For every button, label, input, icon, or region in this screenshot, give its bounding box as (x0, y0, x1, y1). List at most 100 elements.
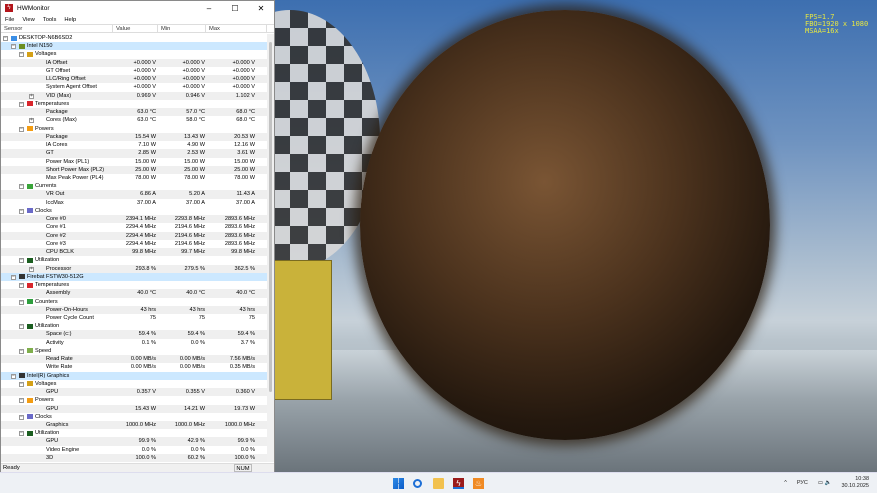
hwmonitor-taskbar-icon[interactable]: ϟ (453, 478, 464, 489)
sensor-row[interactable]: CPU BCLK 99.8 MHz 99.7 MHz 99.8 MHz (1, 248, 267, 257)
expand-icon[interactable]: + (29, 93, 34, 99)
expand-icon[interactable]: + (29, 266, 34, 272)
close-button[interactable]: ✕ (248, 4, 274, 13)
menu-help[interactable]: Help (64, 17, 76, 23)
tree-group-row[interactable]: − Voltages (1, 380, 267, 388)
file-explorer-icon[interactable] (433, 478, 444, 489)
sensor-row[interactable]: VR Out 6.86 A 5.20 A 11.43 A (1, 190, 267, 199)
sensor-row[interactable]: Power Cycle Count 75 75 75 (1, 314, 267, 322)
tree-group-row[interactable]: − Utilization (1, 429, 267, 437)
tree-group-row[interactable]: − Powers (1, 125, 267, 133)
sensor-row[interactable]: GT Offset +0.000 V +0.000 V +0.000 V (1, 67, 267, 75)
sensor-row[interactable]: Power Max (PL1) 15.00 W 15.00 W 15.00 W (1, 158, 267, 166)
column-sensor[interactable]: Sensor (1, 25, 113, 32)
sensor-row[interactable]: GPU 99.9 % 42.9 % 99.9 % (1, 437, 267, 446)
sensor-row[interactable]: Core #1 2294.4 MHz 2194.6 MHz 2893.6 MHz (1, 223, 267, 231)
sensor-row[interactable]: Core #3 2294.4 MHz 2194.6 MHz 2893.6 MHz (1, 240, 267, 248)
sensor-row[interactable]: Short Power Max (PL2) 25.00 W 25.00 W 25.00… (1, 165, 267, 174)
collapse-icon[interactable]: − (19, 126, 24, 132)
tree-group-row[interactable]: − Utilization (1, 322, 267, 330)
search-icon[interactable] (413, 479, 422, 488)
sensor-row[interactable]: LLC/Ring Offset +0.000 V +0.000 V +0.000 V (1, 75, 267, 84)
sensor-row[interactable]: GPU 0.357 V 0.355 V 0.360 V (1, 388, 267, 397)
menu-view[interactable]: View (22, 17, 34, 23)
sensor-row[interactable]: + Cores (Max) 63.0 °C 58.0 °C 68.0 °C (1, 116, 267, 124)
tree-group-row[interactable]: − Firebat FSTW30-512G (1, 272, 267, 282)
collapse-icon[interactable]: − (11, 373, 16, 379)
menu-file[interactable]: File (5, 17, 14, 23)
sensor-row[interactable]: IA Cores 7.10 W 4.90 W 12.16 W (1, 141, 267, 149)
expand-icon[interactable]: + (29, 118, 34, 124)
tree-group-row[interactable]: − Intel(R) Graphics (1, 371, 267, 380)
collapse-icon[interactable]: − (19, 52, 24, 58)
tree-group-row[interactable]: − Temperatures (1, 100, 267, 108)
tree-group-row[interactable]: − Intel N150 (1, 42, 267, 51)
collapse-icon[interactable]: − (19, 381, 24, 387)
tree-group-row[interactable]: − Clocks (1, 413, 267, 421)
collapse-icon[interactable]: − (19, 208, 24, 214)
maximize-button[interactable]: ☐ (222, 4, 248, 13)
tree-group-row[interactable]: − Powers (1, 396, 267, 404)
tree-group-row[interactable]: − Currents (1, 182, 267, 190)
sensor-row[interactable]: Package 15.54 W 13.43 W 20.53 W (1, 132, 267, 142)
sensor-row[interactable]: GT 2.85 W 2.53 W 3.61 W (1, 149, 267, 158)
sensor-row[interactable]: Read Rate 0.00 MB/s 0.00 MB/s 7.56 MB/s (1, 355, 267, 364)
collapse-icon[interactable]: − (11, 44, 16, 50)
sensor-value: 6.86 A (140, 191, 156, 198)
tree-group-row[interactable]: − Counters (1, 298, 267, 306)
column-min[interactable]: Min (158, 25, 206, 32)
furmark-taskbar-icon[interactable]: ♨ (473, 478, 484, 489)
collapse-icon[interactable]: − (19, 398, 24, 404)
sensor-row[interactable]: System Agent Offset +0.000 V +0.000 V +0.00… (1, 83, 267, 91)
sensor-value: 63.0 °C (137, 109, 156, 116)
sensor-row[interactable]: Core #2 2294.4 MHz 2194.6 MHz 2893.6 MHz (1, 231, 267, 240)
collapse-icon[interactable]: − (3, 36, 8, 41)
collapse-icon[interactable]: − (19, 101, 24, 107)
menu-tools[interactable]: Tools (43, 17, 57, 23)
collapse-icon[interactable]: − (19, 258, 24, 264)
sensor-row[interactable]: IA Offset +0.000 V +0.000 V +0.000 V (1, 58, 267, 67)
start-icon[interactable] (393, 478, 404, 489)
tree-group-row[interactable]: − Utilization (1, 256, 267, 264)
sensor-row[interactable]: + VID (Max) 0.969 V 0.946 V 1.102 V (1, 91, 267, 100)
sensor-row[interactable]: Core #0 2394.1 MHz 2293.8 MHz 2893.6 MHz (1, 215, 267, 224)
collapse-icon[interactable]: − (19, 299, 24, 305)
sensor-row[interactable]: Max Peak Power (PL4) 78.00 W 78.00 W 78.00 … (1, 174, 267, 182)
sensor-min: 40.0 °C (186, 290, 205, 297)
minimize-button[interactable]: – (196, 4, 222, 13)
speed-icon (27, 348, 33, 354)
collapse-icon[interactable]: − (19, 431, 24, 437)
collapse-icon[interactable]: − (19, 324, 24, 330)
collapse-icon[interactable]: − (19, 348, 24, 354)
sensor-row[interactable]: IccMax 37.00 A 37.00 A 37.00 A (1, 199, 267, 207)
collapse-icon[interactable]: − (19, 184, 24, 190)
sensor-row[interactable]: Video Engine 0.0 % 0.0 % 0.0 % (1, 446, 267, 454)
language-indicator[interactable]: РУС (797, 480, 808, 486)
sensor-row[interactable]: Activity 0.1 % 0.0 % 3.7 % (1, 339, 267, 347)
vertical-scrollbar[interactable] (267, 34, 274, 462)
collapse-icon[interactable]: − (19, 283, 24, 289)
sensor-row[interactable]: Assembly 40.0 °C 40.0 °C 40.0 °C (1, 289, 267, 298)
sensor-row[interactable]: Power-On-Hours 43 hrs 43 hrs 43 hrs (1, 305, 267, 314)
tree-group-row[interactable]: − Clocks (1, 207, 267, 215)
tree-group-row[interactable]: − DESKTOP-N6B6SD2 (1, 34, 267, 42)
collapse-icon[interactable]: − (19, 414, 24, 420)
sensor-row[interactable]: 3D 100.0 % 60.2 % 100.0 % (1, 453, 267, 463)
sensor-row[interactable]: + Processor 293.8 % 279.5 % 362.5 % (1, 264, 267, 273)
sensor-row[interactable]: Space (c:) 59.4 % 59.4 % 59.4 % (1, 330, 267, 339)
sensor-row[interactable]: Package 63.0 °C 57.0 °C 68.0 °C (1, 108, 267, 117)
tree-group-row[interactable]: − Temperatures (1, 281, 267, 289)
show-hidden-icons-chevron-icon[interactable]: ^ (784, 480, 787, 486)
column-value[interactable]: Value (113, 25, 158, 32)
title-bar[interactable]: ϟ HWMonitor – ☐ ✕ (1, 1, 274, 15)
tree-group-row[interactable]: − Speed (1, 347, 267, 355)
clock[interactable]: 10:38 30.10.2025 (841, 476, 869, 490)
scrollbar-thumb[interactable] (269, 42, 272, 392)
sensor-row[interactable]: Write Rate 0.00 MB/s 0.00 MB/s 0.35 MB/s (1, 363, 267, 371)
sensor-row[interactable]: GPU 15.43 W 14.21 W 19.73 W (1, 404, 267, 413)
network-volume-icon[interactable]: ▭ 🔈 (818, 480, 832, 486)
column-max[interactable]: Max (206, 25, 267, 32)
collapse-icon[interactable]: − (11, 274, 16, 280)
sensor-row[interactable]: Graphics 1000.0 MHz 1000.0 MHz 1000.0 MHz (1, 421, 267, 430)
tree-group-row[interactable]: − Voltages (1, 50, 267, 58)
